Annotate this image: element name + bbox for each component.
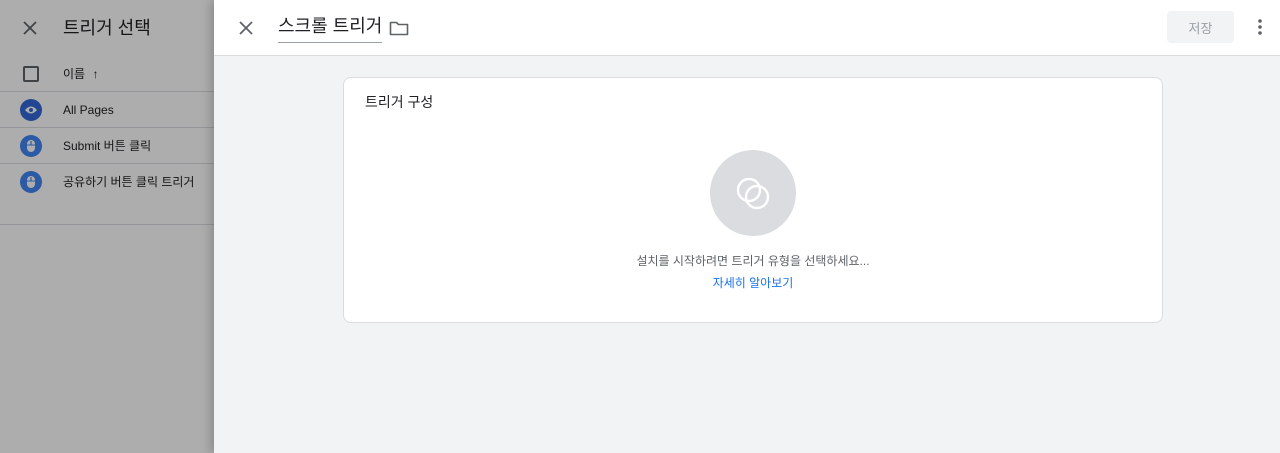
save-button[interactable]: 저장	[1167, 11, 1234, 43]
card-title: 트리거 구성	[365, 94, 434, 110]
drawer-header: 스크롤 트리거 저장	[214, 0, 1280, 56]
learn-more-link[interactable]: 자세히 알아보기	[344, 275, 1162, 291]
trigger-type-icon[interactable]	[710, 150, 796, 236]
trigger-config-card[interactable]: 트리거 구성 설치를 시작하려면 트리거 유형을 선택하세요... 자세히 알아…	[343, 77, 1163, 323]
more-vert-icon[interactable]	[1248, 15, 1272, 39]
empty-state-message: 설치를 시작하려면 트리거 유형을 선택하세요...	[636, 254, 870, 268]
trigger-edit-drawer: 스크롤 트리거 저장 트리거 구성 설치를 시작하려면 트리거 유형을 선택하세…	[214, 0, 1280, 453]
trigger-name-field[interactable]: 스크롤 트리거	[278, 14, 383, 43]
folder-icon[interactable]	[387, 16, 411, 40]
close-icon[interactable]	[234, 16, 258, 40]
